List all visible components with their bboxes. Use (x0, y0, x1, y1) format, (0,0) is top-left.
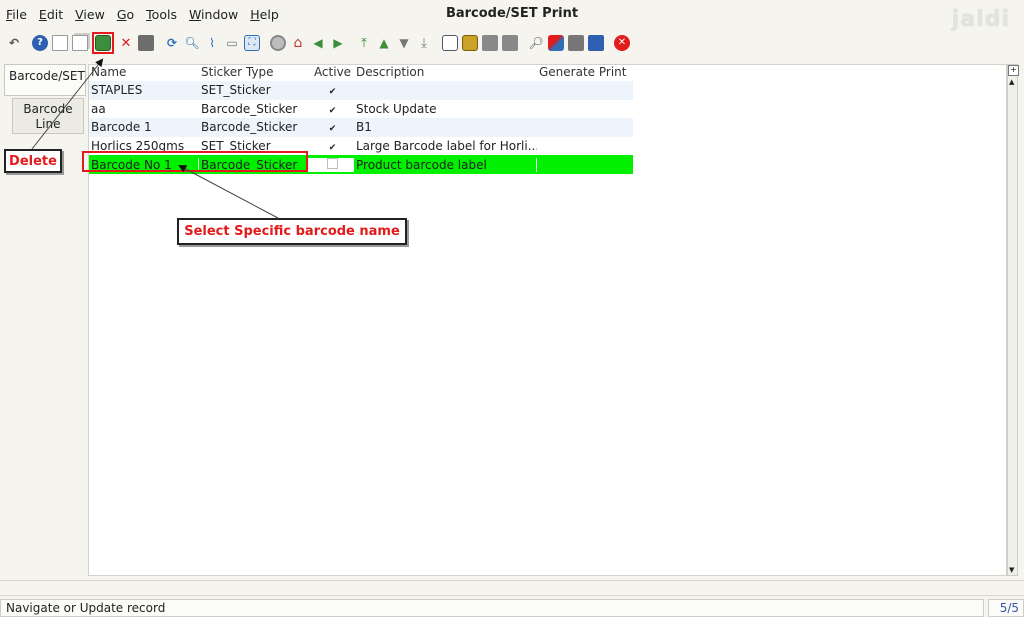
select-arrow (178, 165, 279, 219)
annotation-arrows (31, 58, 279, 219)
delete-arrow (31, 58, 104, 150)
